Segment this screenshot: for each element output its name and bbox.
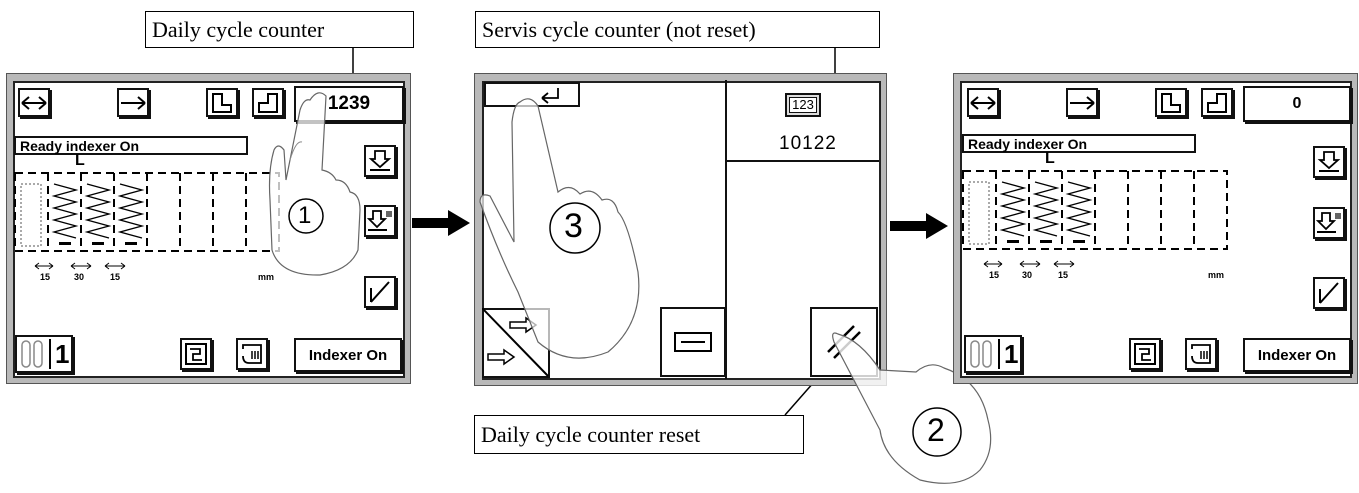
push-down-icon bbox=[368, 150, 392, 171]
program-icon bbox=[185, 343, 207, 365]
dimension-label: 30 bbox=[1022, 270, 1033, 280]
indexer-on-button[interactable]: Indexer On bbox=[294, 338, 402, 372]
status-bar: Ready indexer On bbox=[14, 136, 248, 155]
cycles-button[interactable] bbox=[1185, 338, 1217, 370]
indexer-slots bbox=[962, 170, 1228, 250]
service-counter-value: 10122 bbox=[779, 133, 837, 154]
push-down-button[interactable] bbox=[1313, 146, 1345, 178]
step-two-label: 2 bbox=[927, 412, 945, 448]
program-button[interactable] bbox=[1129, 338, 1161, 370]
double-arrow-icon bbox=[21, 95, 47, 110]
cycles-icon bbox=[1191, 344, 1211, 364]
right-arrow-button[interactable] bbox=[117, 88, 149, 117]
double-arrow-button[interactable] bbox=[18, 88, 50, 117]
push-down-multi-icon bbox=[367, 210, 392, 231]
hand-icon bbox=[268, 92, 361, 276]
dimension-label: 15 bbox=[40, 272, 51, 282]
cycles-button[interactable] bbox=[236, 338, 268, 370]
program-icon bbox=[1134, 343, 1156, 365]
indexer-slots bbox=[14, 172, 280, 252]
step-down-icon bbox=[1161, 92, 1181, 113]
step-up-icon bbox=[1207, 92, 1227, 113]
sequence-button[interactable]: 1 bbox=[964, 335, 1022, 373]
push-down-multi-button[interactable] bbox=[1313, 207, 1345, 239]
flow-arrow-icon bbox=[412, 210, 470, 236]
tool-mark: L bbox=[1045, 150, 1055, 167]
status-bar: Ready indexer On bbox=[962, 134, 1196, 153]
sequence-icon bbox=[21, 340, 43, 368]
daily-counter-display[interactable]: 0 bbox=[1243, 86, 1351, 122]
tool-mark: L bbox=[75, 152, 85, 169]
double-arrow-icon bbox=[970, 95, 996, 110]
flow-arrow-icon bbox=[890, 213, 948, 239]
double-arrow-button[interactable] bbox=[967, 88, 999, 117]
counter-icon: 123 bbox=[785, 93, 821, 117]
dimension-arrows bbox=[983, 260, 1075, 268]
cycles-icon bbox=[242, 344, 262, 364]
dimension-label: 15 bbox=[989, 270, 1000, 280]
slash-button[interactable] bbox=[1313, 277, 1345, 309]
slash-icon bbox=[370, 281, 390, 303]
right-arrow-icon bbox=[121, 95, 146, 110]
counter-icon-label: 123 bbox=[789, 97, 817, 113]
program-button[interactable] bbox=[180, 338, 212, 370]
indexer-on-button[interactable]: Indexer On bbox=[1243, 338, 1351, 372]
sequence-number: 1 bbox=[1004, 338, 1019, 369]
step-three-label: 3 bbox=[564, 207, 583, 245]
step-down-icon bbox=[212, 92, 232, 113]
sequence-number: 1 bbox=[55, 338, 70, 369]
daily-counter-value: 0 bbox=[1292, 95, 1302, 112]
indexer-on-label: Indexer On bbox=[308, 346, 388, 364]
step-one-label: 1 bbox=[298, 202, 312, 229]
step-up-button[interactable] bbox=[1201, 88, 1233, 117]
slash-icon bbox=[1319, 282, 1339, 304]
minus-button[interactable] bbox=[660, 307, 726, 377]
right-arrow-icon bbox=[1070, 95, 1095, 110]
middle-hdivider bbox=[727, 160, 879, 162]
sequence-button[interactable]: 1 bbox=[15, 335, 73, 373]
dimension-label: 15 bbox=[110, 272, 121, 282]
step-down-button[interactable] bbox=[206, 88, 238, 117]
slash-button[interactable] bbox=[364, 276, 396, 308]
dimension-label: 15 bbox=[1058, 270, 1069, 280]
dimension-arrows bbox=[34, 262, 126, 270]
unit-label: mm bbox=[1208, 270, 1225, 280]
right-arrow-button[interactable] bbox=[1066, 88, 1098, 117]
minus-icon bbox=[674, 332, 712, 352]
dimension-label: 30 bbox=[74, 272, 85, 282]
sequence-icon bbox=[970, 340, 992, 368]
indexer-on-label: Indexer On bbox=[1257, 346, 1337, 364]
push-down-multi-icon bbox=[1316, 212, 1341, 233]
push-down-icon bbox=[1317, 151, 1341, 172]
step-down-button[interactable] bbox=[1155, 88, 1187, 117]
